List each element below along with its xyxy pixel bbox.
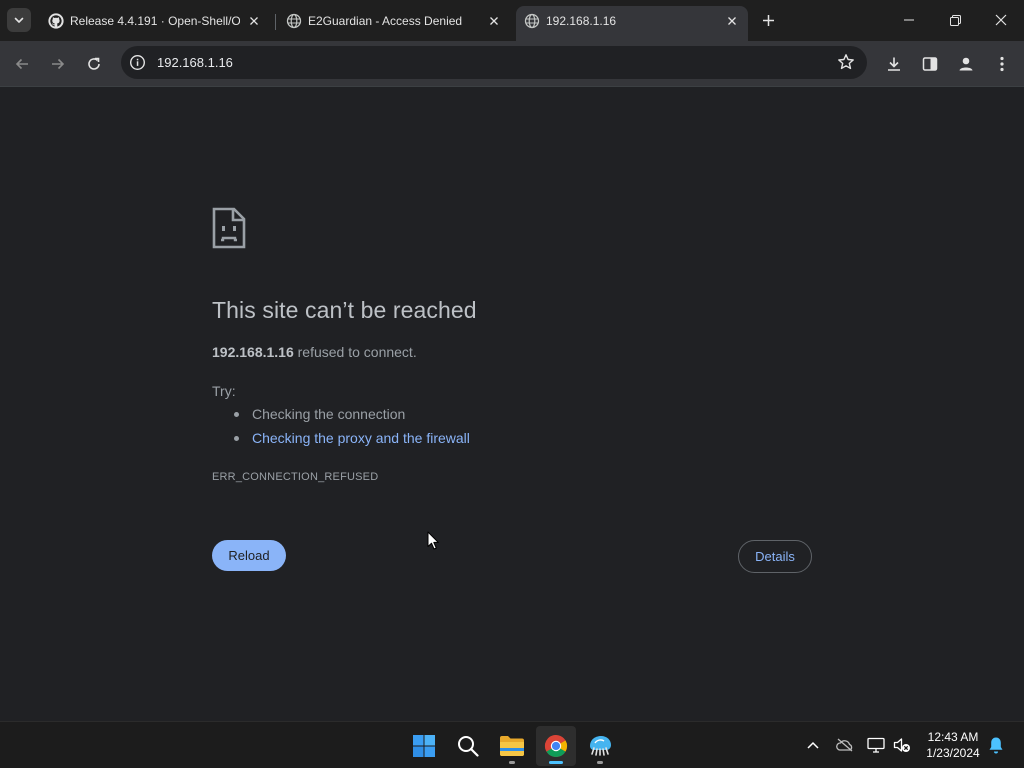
close-icon: [995, 14, 1007, 26]
taskbar: 12:43 AM 1/23/2024: [0, 721, 1024, 768]
network-tray-button[interactable]: [866, 735, 886, 755]
close-icon: [490, 17, 498, 25]
error-page: This site can’t be reached 192.168.1.16 …: [0, 87, 1024, 721]
notification-icon: [989, 737, 1003, 754]
mouse-cursor-icon: [427, 531, 439, 550]
tab-close-button[interactable]: [245, 12, 263, 30]
file-explorer-button[interactable]: [492, 726, 532, 766]
url-text[interactable]: 192.168.1.16: [157, 55, 233, 70]
info-icon[interactable]: [129, 54, 146, 71]
app-icon: [590, 736, 611, 756]
reload-icon: [88, 57, 100, 70]
close-window-button[interactable]: [978, 0, 1024, 40]
restore-icon: [949, 14, 961, 26]
globe-icon: [286, 13, 302, 29]
error-message: 192.168.1.16 refused to connect.: [212, 344, 417, 360]
screen: Release 4.4.191 · Open-Shell/Open-Shell-…: [0, 0, 1024, 768]
running-indicator: [597, 761, 603, 764]
volume-muted-icon: [893, 738, 910, 752]
pinned-app-button[interactable]: [580, 726, 620, 766]
close-icon: [728, 17, 736, 25]
suggestion-check-proxy-firewall-link[interactable]: Checking the proxy and the firewall: [232, 430, 470, 454]
close-icon: [250, 17, 258, 25]
file-explorer-icon: [500, 736, 524, 756]
minimize-button[interactable]: [886, 0, 932, 40]
tab-192-168-1-16[interactable]: 192.168.1.16: [516, 6, 748, 41]
show-hidden-icons-button[interactable]: [803, 735, 823, 755]
taskbar-search-button[interactable]: [448, 726, 488, 766]
side-panel-icon: [922, 57, 938, 71]
onedrive-icon: [836, 738, 853, 752]
volume-tray-button[interactable]: [892, 735, 912, 755]
address-bar[interactable]: 192.168.1.16: [121, 46, 867, 79]
tab-close-button[interactable]: [485, 12, 503, 30]
tab-close-button[interactable]: [723, 12, 741, 30]
profile-icon: [959, 57, 973, 71]
download-icon: [888, 57, 900, 71]
tab-github-release[interactable]: Release 4.4.191 · Open-Shell/Open-Shell-…: [40, 6, 272, 41]
error-code: ERR_CONNECTION_REFUSED: [212, 471, 379, 483]
tab-strip: Release 4.4.191 · Open-Shell/Open-Shell-…: [0, 0, 1024, 41]
tab-title: 192.168.1.16: [546, 14, 617, 28]
tab-search-button[interactable]: [7, 8, 31, 32]
menu-icon: [1000, 56, 1004, 72]
tab-title: Release 4.4.191 · Open-Shell/Open-Shell-…: [70, 14, 240, 28]
suggestions-list: Checking the connection Checking the pro…: [232, 406, 470, 454]
network-icon: [867, 737, 885, 753]
running-indicator: [509, 761, 515, 764]
tab-title: E2Guardian - Access Denied: [308, 14, 463, 28]
active-indicator: [549, 761, 563, 764]
error-reason: refused to connect.: [297, 344, 417, 360]
browser-menu-button[interactable]: [988, 50, 1016, 78]
forward-icon: [52, 58, 65, 70]
error-host: 192.168.1.16: [212, 344, 294, 360]
sad-document-icon: [212, 207, 246, 249]
github-icon: [48, 13, 64, 29]
details-button[interactable]: Details: [738, 540, 812, 573]
tab-e2guardian[interactable]: E2Guardian - Access Denied: [278, 6, 510, 41]
star-icon[interactable]: [837, 53, 855, 71]
windows-start-icon: [413, 735, 435, 757]
suggestion-check-connection: Checking the connection: [232, 406, 470, 430]
restore-button[interactable]: [932, 0, 978, 40]
taskbar-clock[interactable]: 12:43 AM 1/23/2024: [918, 729, 988, 761]
downloads-button[interactable]: [880, 50, 908, 78]
clock-time: 12:43 AM: [927, 730, 979, 744]
chevron-down-icon: [14, 17, 24, 23]
clock-date: 1/23/2024: [926, 746, 980, 760]
profile-button[interactable]: [952, 50, 980, 78]
error-title: This site can’t be reached: [212, 297, 477, 323]
reload-button[interactable]: Reload: [212, 540, 286, 571]
browser-toolbar: 192.168.1.16: [0, 41, 1024, 86]
search-icon: [458, 736, 479, 757]
chrome-icon: [544, 735, 568, 758]
onedrive-tray-button[interactable]: [835, 735, 855, 755]
tab-separator: [275, 14, 276, 30]
minimize-icon: [904, 19, 914, 21]
forward-button[interactable]: [44, 50, 72, 78]
start-button[interactable]: [404, 726, 444, 766]
reload-toolbar-button[interactable]: [80, 50, 108, 78]
try-label: Try:: [212, 383, 236, 399]
side-panel-button[interactable]: [916, 50, 944, 78]
globe-icon: [524, 13, 540, 29]
back-icon: [15, 58, 28, 70]
new-tab-button[interactable]: [757, 9, 779, 31]
notification-center-button[interactable]: [986, 735, 1006, 755]
plus-icon: [762, 14, 774, 26]
chevron-up-icon: [807, 741, 819, 749]
back-button[interactable]: [8, 50, 36, 78]
chrome-taskbar-button[interactable]: [536, 726, 576, 766]
